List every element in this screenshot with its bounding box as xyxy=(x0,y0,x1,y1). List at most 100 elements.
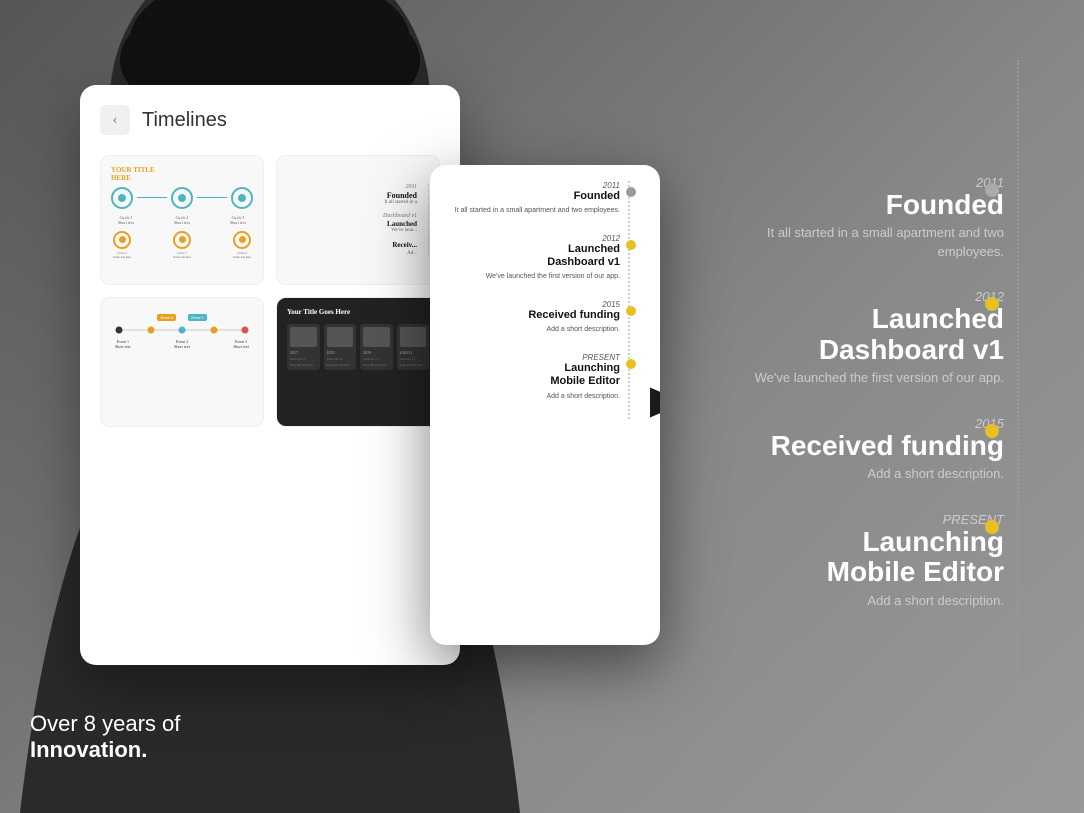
dark-subdesc-3: Keep this text short xyxy=(363,363,390,367)
right-dot-0 xyxy=(985,183,999,197)
flow-line-2 xyxy=(197,197,227,198)
flow-label-1: Circle 1Short text xyxy=(111,215,141,225)
dark-desc-2: Subfooter v2 xyxy=(327,357,354,361)
t2-heading-2: Launched xyxy=(287,220,417,228)
template3-content: Event 4 Event 5 xyxy=(111,308,253,355)
dark-img-3 xyxy=(363,327,390,347)
back-icon: ‹ xyxy=(112,111,117,129)
right-heading-2: Received funding xyxy=(771,431,1004,462)
flow-bottom-3: Circle 6Some text here xyxy=(233,231,251,259)
right-entry-2: 2015 Received funding Add a short descri… xyxy=(724,416,1054,484)
preview-arrow xyxy=(650,383,660,428)
m-spacer xyxy=(115,314,145,321)
bottom-line1: Over 8 years of xyxy=(30,711,180,737)
panel-header: ‹ Timelines xyxy=(100,105,440,135)
preview-entry-0: 2011 Founded It all started in a small a… xyxy=(442,181,648,216)
dark-label-3: 2019 xyxy=(363,350,390,355)
t2-heading-1: Founded xyxy=(287,191,417,200)
preview-desc-1: We've launched the first version of our … xyxy=(486,272,620,282)
preview-heading-3: LaunchingMobile Editor xyxy=(550,362,620,388)
preview-card: 2011 Founded It all started in a small a… xyxy=(430,165,660,645)
preview-entry-2: 2015 Received funding Add a short descri… xyxy=(442,300,648,335)
dark-item-2: 2018 Subfooter v2 Keep this text short xyxy=(324,324,357,370)
flow-label-3: Circle 3Short text xyxy=(223,215,253,225)
m-label-2: Event 2Short text xyxy=(174,339,190,349)
right-desc-0: It all started in a small apartment and … xyxy=(744,224,1004,260)
right-tl-line xyxy=(1017,60,1019,753)
bottom-line2: Innovation. xyxy=(30,737,180,763)
preview-dot-3 xyxy=(626,359,636,369)
preview-year-2: 2015 xyxy=(602,300,620,309)
milestone-badges-top: Event 4 Event 5 xyxy=(115,314,249,321)
right-heading-3: LaunchingMobile Editor xyxy=(827,527,1004,589)
right-entry-0: 2011 Founded It all started in a small a… xyxy=(724,175,1054,261)
preview-desc-0: It all started in a small apartment and … xyxy=(455,206,620,216)
flow-label-2: Circle 2Short text xyxy=(167,215,197,225)
right-entry-1: 2012 LaunchedDashboard v1 We've launched… xyxy=(724,289,1054,388)
template-card-milestones[interactable]: Event 4 Event 5 xyxy=(100,297,264,427)
m-spacer2 xyxy=(219,314,249,321)
t2-desc-1: It all started in a xyxy=(287,200,417,205)
templates-grid: YOUR TITLEHERE Circle 1Short text Circle… xyxy=(100,155,440,427)
dark-label-2: 2018 xyxy=(327,350,354,355)
preview-heading-0: Founded xyxy=(574,190,620,203)
dark-img-4 xyxy=(400,327,427,347)
flow-node-3 xyxy=(231,187,253,209)
t2-desc-3: Ad... xyxy=(287,251,417,256)
right-desc-2: Add a short description. xyxy=(867,465,1004,483)
t2-year-2: Dashboard v1 xyxy=(287,213,417,219)
preview-desc-3: Add a short description. xyxy=(546,392,620,402)
preview-heading-1: LaunchedDashboard v1 xyxy=(547,243,620,269)
t2-heading-3: Receiv... xyxy=(287,241,417,249)
preview-year-0: 2011 xyxy=(603,181,620,190)
dark-subdesc-4: Keep this text short xyxy=(400,363,427,367)
flow-bottom-1: Circle 4Some text here xyxy=(113,231,131,259)
template1-flow xyxy=(111,187,253,209)
bottom-caption: Over 8 years of Innovation. xyxy=(30,711,180,763)
template-card-dark[interactable]: Your Title Goes Here 2017 Subfooter v1 K… xyxy=(276,297,440,427)
template2-content: 2011 Founded It all started in a Dashboa… xyxy=(287,184,429,256)
t2-desc-2: We've laun... xyxy=(287,228,417,233)
dark-item-1: 2017 Subfooter v1 Keep this text short xyxy=(287,324,320,370)
m-label-3: Event 3Short text xyxy=(233,339,249,349)
preview-entry-1: 2012 LaunchedDashboard v1 We've launched… xyxy=(442,234,648,282)
back-button[interactable]: ‹ xyxy=(100,105,130,135)
milestone-labels: Event 1Short text Event 2Short text Even… xyxy=(115,339,249,349)
milestone-line xyxy=(119,325,245,335)
flow-bottom-2: Circle 5Some text here xyxy=(173,231,191,259)
flow-node-2 xyxy=(171,187,193,209)
preview-timeline: 2011 Founded It all started in a small a… xyxy=(442,181,648,419)
flow-line-1 xyxy=(137,197,167,198)
template1-title: YOUR TITLEHERE xyxy=(111,166,253,183)
preview-year-1: 2012 xyxy=(602,234,620,243)
dark-desc-4: Subfooter v4 xyxy=(400,357,427,361)
right-heading-1: LaunchedDashboard v1 xyxy=(819,304,1004,366)
preview-dot-1 xyxy=(626,240,636,250)
template-card-text[interactable]: 2011 Founded It all started in a Dashboa… xyxy=(276,155,440,285)
template-card-flow[interactable]: YOUR TITLEHERE Circle 1Short text Circle… xyxy=(100,155,264,285)
preview-dot-2 xyxy=(626,306,636,316)
right-dot-1 xyxy=(985,297,999,311)
dark-item-3: 2019 Subfooter v3 Keep this text short xyxy=(360,324,393,370)
dark-desc-1: Subfooter v1 xyxy=(290,357,317,361)
dark-subdesc-1: Keep this text short xyxy=(290,363,317,367)
dark-subdesc-2: Keep this text short xyxy=(327,363,354,367)
preview-entry-3: PRESENT LaunchingMobile Editor Add a sho… xyxy=(442,353,648,401)
preview-dot-0 xyxy=(626,187,636,197)
timelines-panel: ‹ Timelines YOUR TITLEHERE Circle xyxy=(80,85,460,665)
panel-title: Timelines xyxy=(142,109,227,132)
m-item-3: Event 5 xyxy=(188,314,206,321)
m-item-2: Event 4 xyxy=(157,314,175,321)
preview-desc-2: Add a short description. xyxy=(546,325,620,335)
right-dot-2 xyxy=(985,424,999,438)
flow-node-1 xyxy=(111,187,133,209)
template4-title: Your Title Goes Here xyxy=(287,308,429,316)
preview-year-3: PRESENT xyxy=(582,353,620,362)
right-timeline-panel: 2011 Founded It all started in a small a… xyxy=(704,0,1084,813)
dark-label-1: 2017 xyxy=(290,350,317,355)
template4-items: 2017 Subfooter v1 Keep this text short 2… xyxy=(287,324,429,370)
dark-img-1 xyxy=(290,327,317,347)
right-desc-1: We've launched the first version of our … xyxy=(755,369,1004,387)
preview-heading-2: Received funding xyxy=(528,309,620,322)
t2-year-1: 2011 xyxy=(287,184,417,190)
